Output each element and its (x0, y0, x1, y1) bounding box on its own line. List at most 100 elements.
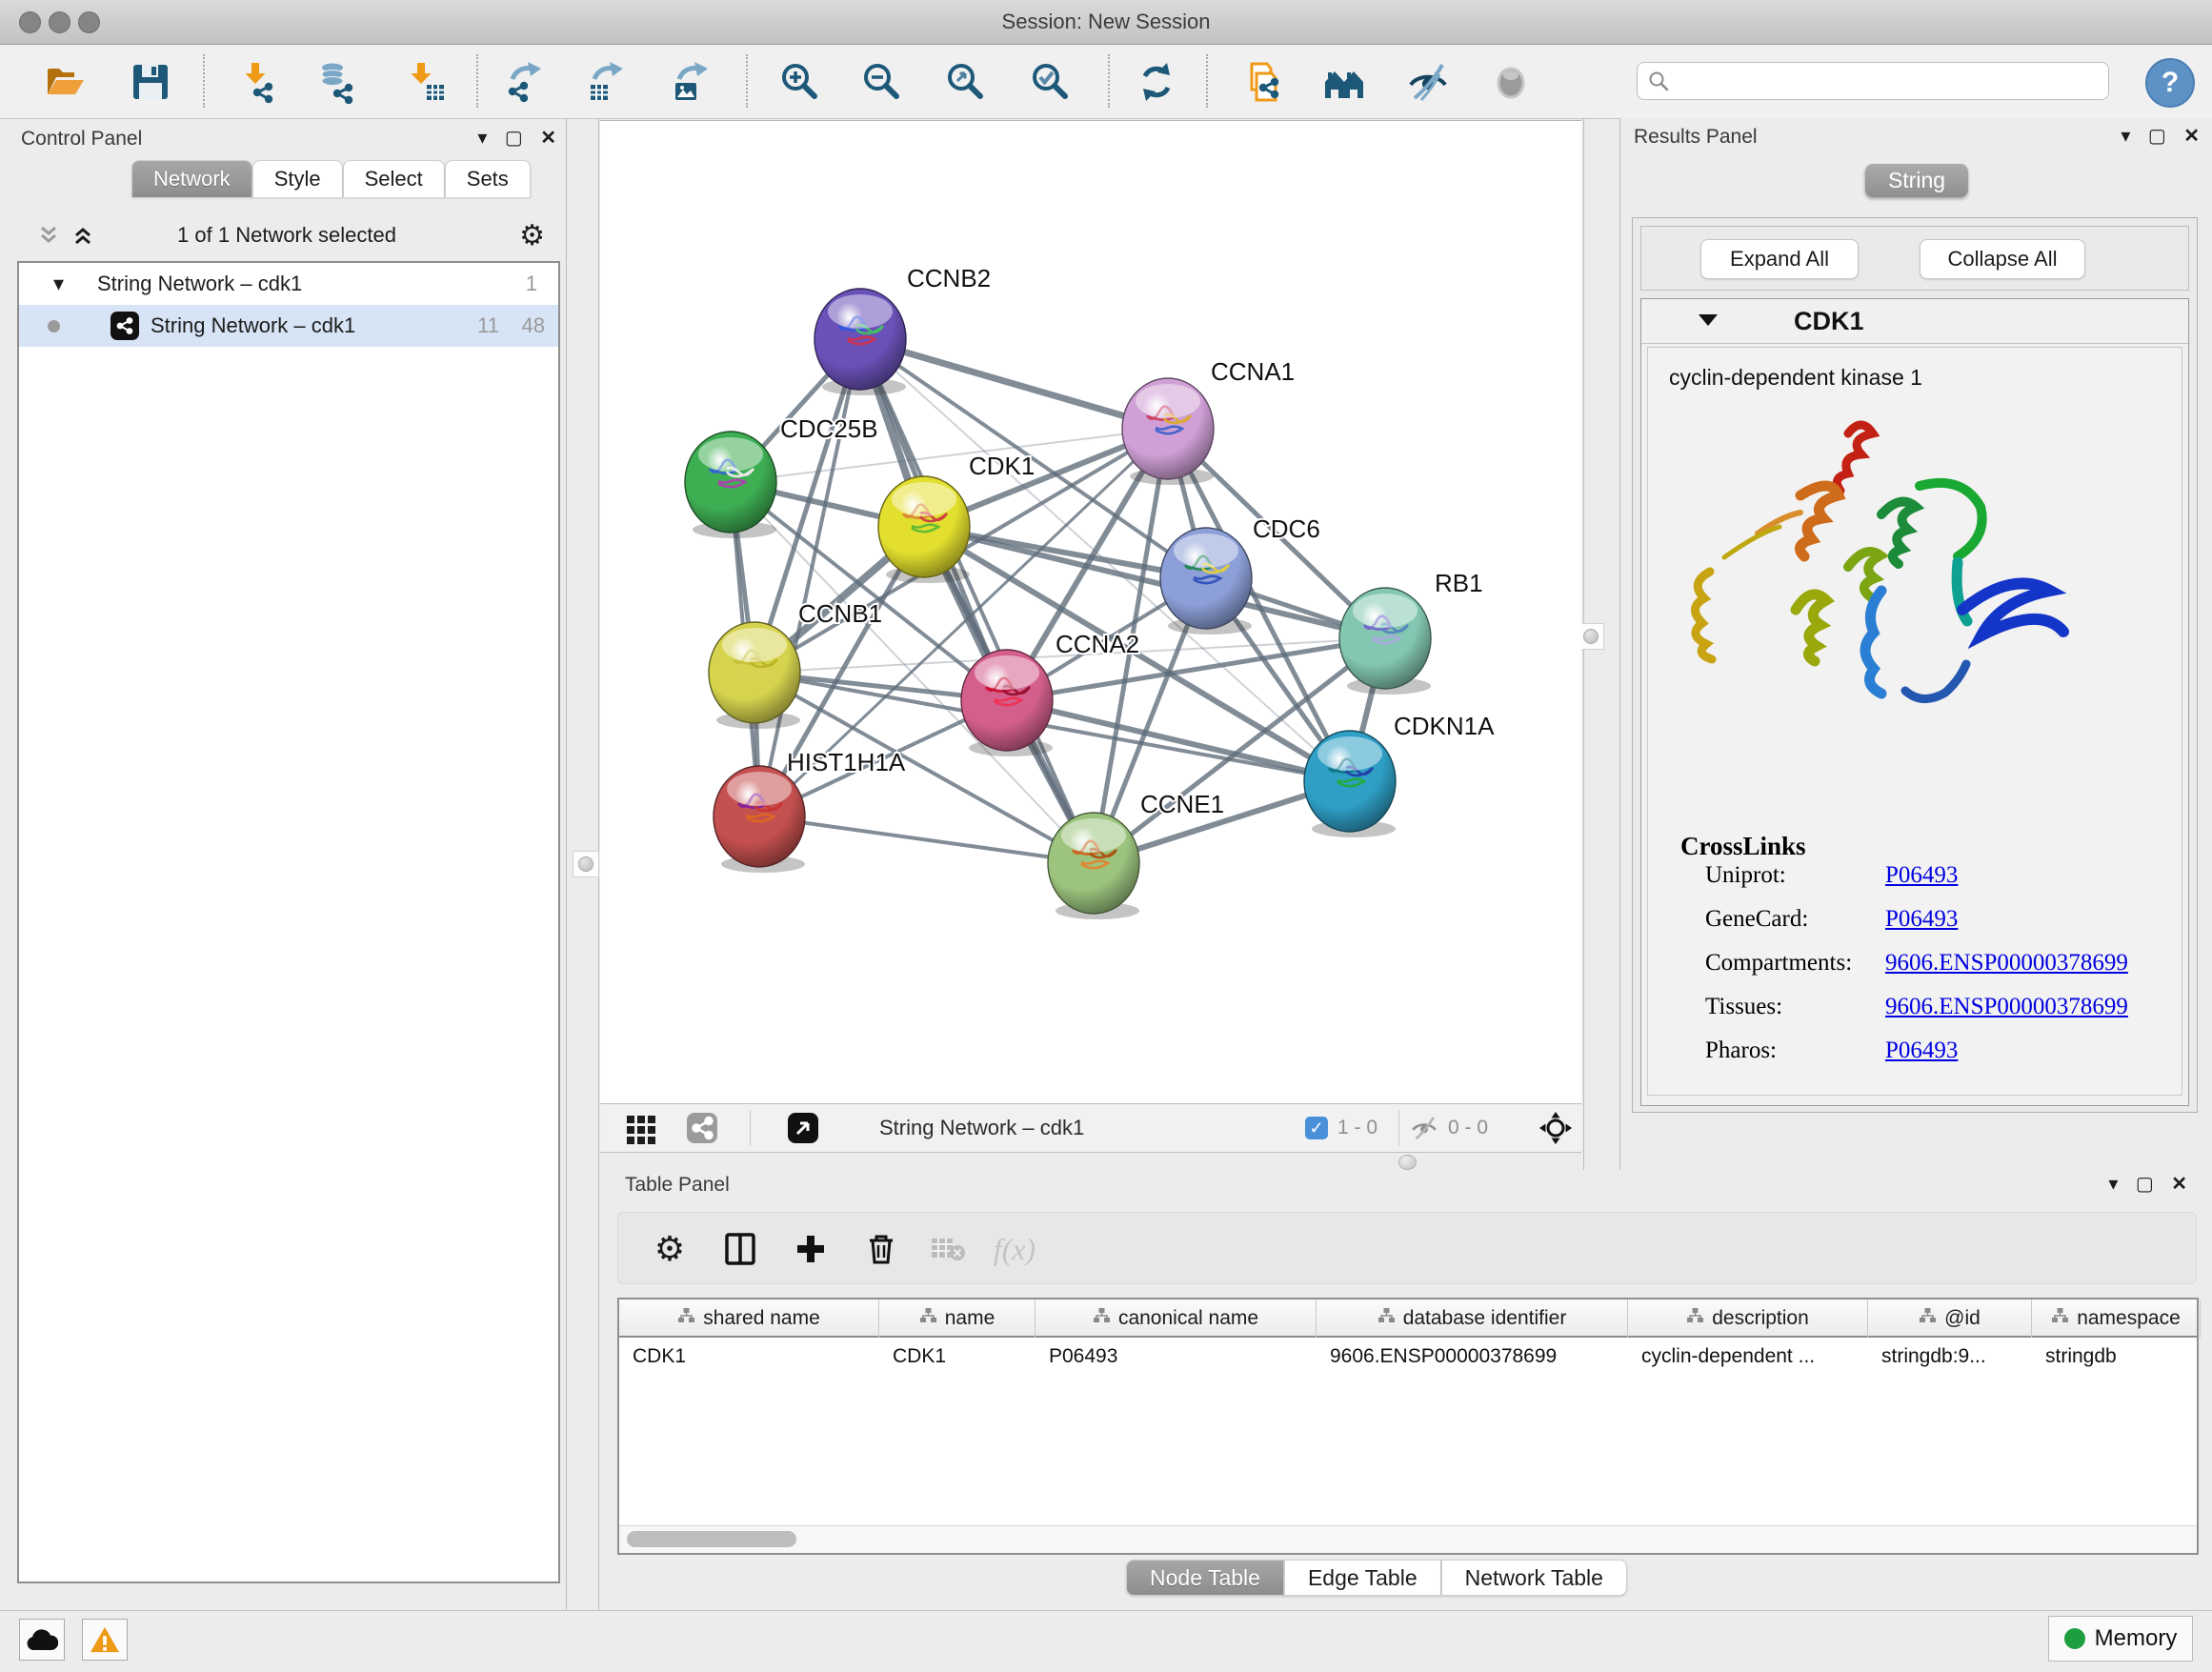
network-node-cdkn1a[interactable]: CDKN1A (1304, 712, 1495, 837)
table-cell[interactable]: CDK1 (879, 1338, 1036, 1376)
table-hscrollbar-thumb[interactable] (627, 1531, 796, 1547)
table-cell[interactable]: 9606.ENSP00000378699 (1317, 1338, 1628, 1376)
collapse-all-button[interactable]: Collapse All (1920, 239, 2085, 279)
table-panel-title: Table Panel (625, 1174, 730, 1197)
tab-network-table[interactable]: Network Table (1441, 1560, 1627, 1596)
network-node-ccnb2[interactable]: CCNB2 (814, 264, 991, 395)
search-input[interactable] (1678, 70, 2099, 93)
network-node-hist1h1a[interactable]: HIST1H1A (714, 748, 906, 873)
panel-menu-caret-icon[interactable]: ▾ (477, 126, 487, 150)
table-cell[interactable]: cyclin-dependent ... (1628, 1338, 1868, 1376)
show-details-icon[interactable] (1488, 59, 1534, 105)
left-splitter-handle[interactable] (573, 851, 599, 877)
crosslink-link[interactable]: P06493 (1885, 862, 1958, 889)
network-edge[interactable] (759, 339, 860, 816)
tab-style[interactable]: Style (252, 160, 343, 197)
crosslink-link[interactable]: P06493 (1885, 906, 1958, 933)
network-node-ccnb1[interactable]: CCNB1 (709, 599, 882, 729)
horizontal-splitter-handle[interactable] (1398, 1155, 1417, 1170)
panel-close-icon[interactable]: ✕ (2183, 124, 2200, 148)
cloud-status-icon[interactable] (19, 1619, 65, 1661)
locate-crosshair-icon[interactable] (1538, 1111, 1573, 1150)
selected-checkbox-icon[interactable]: ✓ (1305, 1117, 1328, 1139)
panel-menu-caret-icon[interactable]: ▾ (2108, 1172, 2118, 1196)
network-canvas[interactable]: CCNB2CCNA1CDC25BCDK1CDC6RB1CCNB1CCNA2CDK… (600, 120, 1581, 1104)
results-buttons-box: Expand All Collapse All (1640, 226, 2189, 291)
expand-all-button[interactable]: Expand All (1700, 239, 1859, 279)
tab-sets[interactable]: Sets (445, 160, 531, 197)
column-header-canonical-name[interactable]: canonical name (1036, 1299, 1317, 1338)
refresh-layout-icon[interactable] (1134, 59, 1179, 105)
import-table-icon[interactable] (403, 59, 449, 105)
column-header-namespace[interactable]: namespace (2032, 1299, 2201, 1338)
hide-details-icon[interactable] (1405, 59, 1451, 105)
crosslink-link[interactable]: 9606.ENSP00000378699 (1885, 994, 2128, 1020)
save-session-icon[interactable] (128, 59, 173, 105)
collection-count: 1 (526, 272, 537, 296)
open-in-window-icon[interactable] (787, 1112, 819, 1149)
show-columns-icon[interactable] (717, 1226, 763, 1272)
column-header-description[interactable]: description (1628, 1299, 1868, 1338)
tab-node-table[interactable]: Node Table (1126, 1560, 1284, 1596)
column-header-shared-name[interactable]: shared name (619, 1299, 879, 1338)
import-network-icon[interactable] (235, 59, 281, 105)
panel-close-icon[interactable]: ✕ (2171, 1172, 2187, 1196)
network-edge[interactable] (759, 816, 1094, 863)
help-icon[interactable]: ? (2145, 58, 2195, 108)
crosslink-link[interactable]: 9606.ENSP00000378699 (1885, 950, 2128, 977)
tab-string[interactable]: String (1865, 164, 1968, 197)
zoom-out-icon[interactable] (859, 59, 905, 105)
network-node-rb1[interactable]: RB1 (1339, 569, 1483, 695)
column-header-database-identifier[interactable]: database identifier (1317, 1299, 1628, 1338)
network-list-toolbar: 1 of 1 Network selected ⚙ (8, 213, 566, 255)
birdseye-grid-icon[interactable] (625, 1112, 657, 1149)
zoom-selected-icon[interactable] (1028, 59, 1074, 105)
crosslink-label: Tissues: (1705, 994, 1782, 1020)
memory-button[interactable]: Memory (2048, 1616, 2193, 1662)
delete-column-trash-icon[interactable] (858, 1226, 904, 1272)
left-splitter[interactable] (566, 118, 567, 1610)
export-table-icon[interactable] (584, 59, 630, 105)
network-options-gear-icon[interactable]: ⚙ (519, 219, 545, 252)
network-collection-row[interactable]: ▾ String Network – cdk1 1 (19, 263, 558, 305)
section-caret-icon[interactable] (1697, 312, 1719, 332)
network-node-ccne1[interactable]: CCNE1 (1048, 790, 1224, 919)
table-cell[interactable]: CDK1 (619, 1338, 879, 1376)
panel-close-icon[interactable]: ✕ (540, 126, 556, 150)
zoom-fit-icon[interactable] (943, 59, 989, 105)
table-cell[interactable]: stringdb:9... (1868, 1338, 2032, 1376)
table-options-gear-icon[interactable]: ⚙ (647, 1226, 693, 1272)
table-cell[interactable]: P06493 (1036, 1338, 1317, 1376)
table-hscrollbar[interactable] (619, 1525, 2197, 1553)
column-header--id[interactable]: @id (1868, 1299, 2032, 1338)
panel-float-icon[interactable]: ▢ (2148, 124, 2166, 148)
houses-icon[interactable] (1321, 59, 1367, 105)
tab-edge-table[interactable]: Edge Table (1284, 1560, 1441, 1596)
table-row[interactable]: CDK1CDK1P064939606.ENSP00000378699cyclin… (619, 1338, 2197, 1376)
network-row[interactable]: String Network – cdk1 11 48 (19, 305, 558, 347)
panel-float-icon[interactable]: ▢ (2136, 1172, 2154, 1196)
collection-caret-icon[interactable]: ▾ (53, 272, 64, 296)
add-column-icon[interactable] (788, 1226, 834, 1272)
column-header-name[interactable]: name (879, 1299, 1036, 1338)
protein-structure-image (1667, 405, 2115, 786)
right-splitter-handle[interactable] (1578, 623, 1604, 650)
network-share-icon[interactable] (686, 1112, 718, 1149)
network-edge-count: 48 (522, 313, 545, 338)
crosslink-link[interactable]: P06493 (1885, 1037, 1958, 1064)
tab-select[interactable]: Select (343, 160, 445, 197)
warning-status-icon[interactable] (82, 1619, 128, 1661)
tab-network[interactable]: Network (131, 160, 252, 197)
network-edge[interactable] (860, 339, 1168, 429)
zoom-in-icon[interactable] (777, 59, 823, 105)
table-cell[interactable]: stringdb (2032, 1338, 2201, 1376)
panel-float-icon[interactable]: ▢ (505, 126, 523, 150)
duplicate-network-icon[interactable] (1239, 59, 1285, 105)
panel-menu-caret-icon[interactable]: ▾ (2121, 124, 2130, 148)
node-details-header[interactable]: CDK1 (1641, 299, 2188, 344)
export-image-icon[interactable] (669, 59, 714, 105)
import-database-icon[interactable] (315, 59, 361, 105)
search-box[interactable] (1637, 62, 2109, 100)
open-file-icon[interactable] (42, 59, 88, 105)
export-network-icon[interactable] (502, 59, 548, 105)
